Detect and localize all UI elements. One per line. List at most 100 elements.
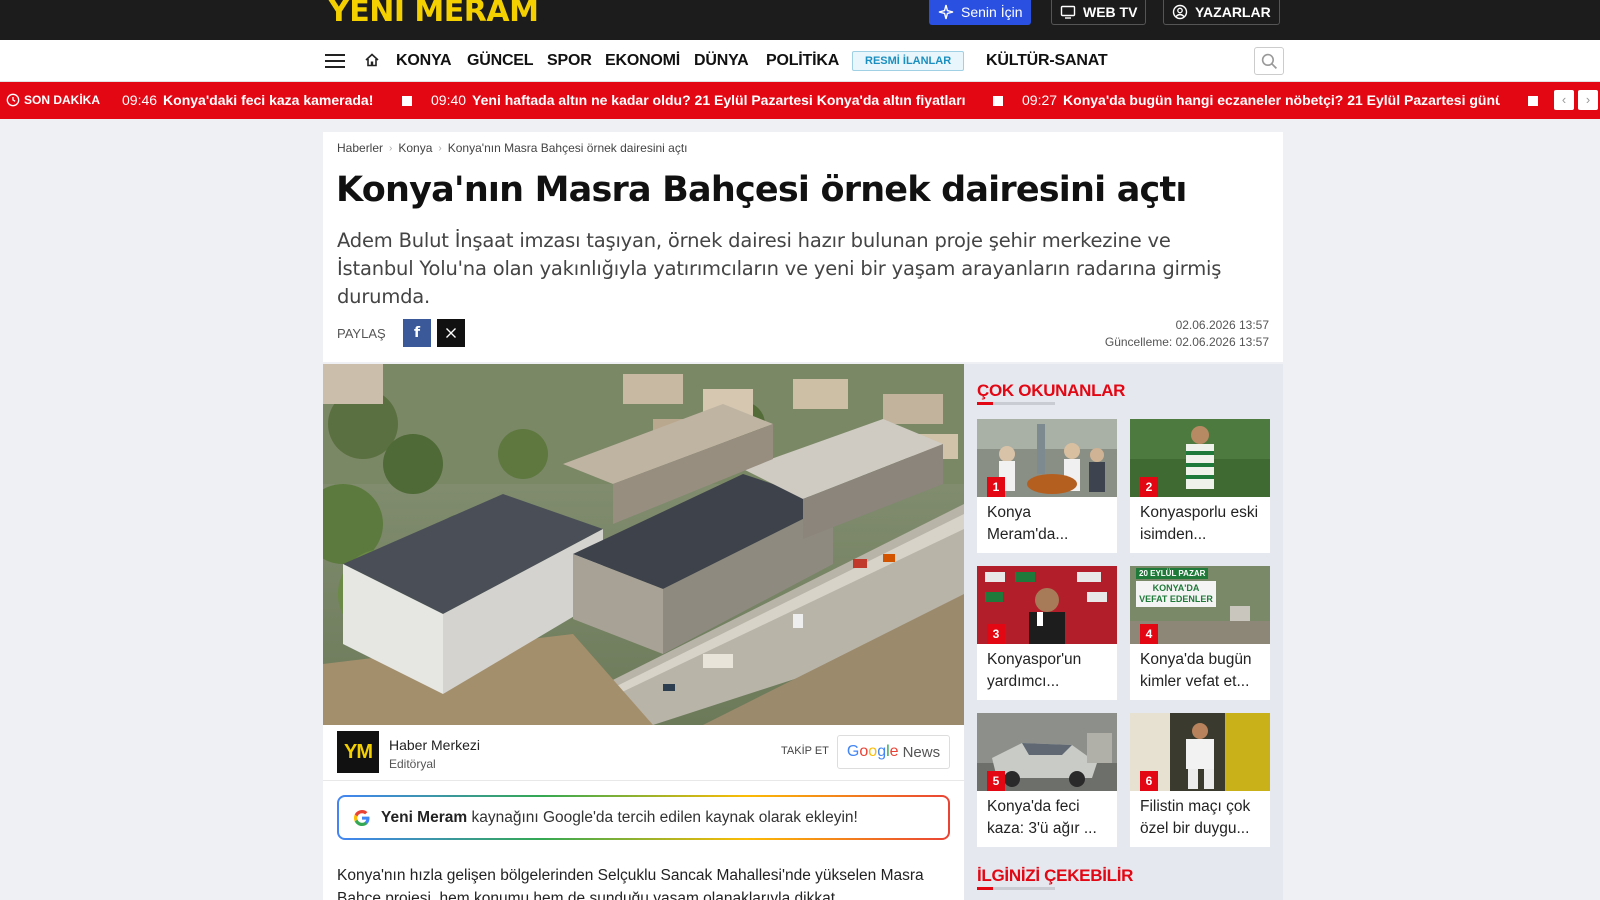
breadcrumb-separator-icon: › <box>438 142 442 154</box>
breadcrumb-item[interactable]: Haberler <box>337 141 383 155</box>
nav-item-konya[interactable]: KONYA <box>396 52 452 70</box>
most-read-item[interactable]: 6 Filistin maçı çok özel bir duygu... <box>1130 713 1270 847</box>
heading-underline <box>993 887 1055 890</box>
heading-underline <box>993 402 1055 405</box>
most-read-item[interactable]: 3 Konyaspor'un yardımcı... <box>977 566 1117 700</box>
breadcrumb-separator-icon: › <box>389 142 393 154</box>
nav-item-dunya[interactable]: DÜNYA <box>694 52 749 70</box>
ticker-separator <box>1528 96 1538 106</box>
rank-badge: 4 <box>1140 624 1158 644</box>
breadcrumb-item[interactable]: Konya'nın Masra Bahçesi örnek dairesini … <box>448 141 688 155</box>
thumb-title-label: KONYA'DA VEFAT EDENLER <box>1136 581 1216 607</box>
x-icon <box>446 328 456 338</box>
breaking-label-text: SON DAKİKA <box>24 93 101 107</box>
hamburger-menu-icon[interactable] <box>325 53 345 69</box>
published-date: 02.06.2026 13:57 <box>1175 318 1269 332</box>
tv-icon <box>1060 5 1076 19</box>
breaking-time: 09:46 <box>122 92 158 108</box>
article-hero-image[interactable] <box>323 364 964 725</box>
rank-badge: 5 <box>987 771 1005 791</box>
author-bar: YM Haber Merkezi Editöryal TAKİP ET Goog… <box>323 725 964 781</box>
breadcrumb: Haberler › Konya › Konya'nın Masra Bahçe… <box>337 141 688 155</box>
heading-accent <box>977 402 993 405</box>
top-bar: YENİ MERAM Senin İçin WEB TV YAZARLAR <box>0 0 1600 40</box>
article-body: Konya'nın hızla gelişen bölgelerinden Se… <box>323 861 964 900</box>
most-read-item[interactable]: 1 Konya Meram'da... <box>977 419 1117 553</box>
rank-badge: 1 <box>987 477 1005 497</box>
breaking-time: 09:27 <box>1022 92 1058 108</box>
ticker-separator <box>402 96 412 106</box>
share-x-button[interactable] <box>437 319 465 347</box>
heading-accent <box>977 887 993 890</box>
google-preferred-source-button[interactable]: Yeni Meram kaynağını Google'da tercih ed… <box>337 795 950 840</box>
google-pref-brand: Yeni Meram <box>381 808 468 826</box>
sparkle-icon <box>938 4 954 20</box>
nav-item-ekonomi[interactable]: EKONOMİ <box>605 52 680 70</box>
nav-item-kultur-sanat[interactable]: KÜLTÜR-SANAT <box>986 52 1108 70</box>
user-icon <box>1172 4 1188 20</box>
most-read-heading: ÇOK OKUNANLAR <box>977 381 1126 400</box>
rank-badge: 6 <box>1140 771 1158 791</box>
article-title: Konya'nın Masra Bahçesi örnek dairesini … <box>336 170 1187 210</box>
most-read-caption: Konya'da feci kaza: 3'ü ağır ... <box>987 798 1097 837</box>
rank-badge: 2 <box>1140 477 1158 497</box>
google-wordmark-icon: Google <box>846 743 899 760</box>
most-read-item[interactable]: 5 Konya'da feci kaza: 3'ü ağır ... <box>977 713 1117 847</box>
web-tv-button[interactable]: WEB TV <box>1051 0 1147 25</box>
google-news-label: News <box>902 743 941 761</box>
home-icon[interactable] <box>364 52 380 68</box>
google-g-icon <box>354 809 370 826</box>
nav-item-guncel[interactable]: GÜNCEL <box>467 52 534 70</box>
google-pref-message: kaynağını Google'da tercih edilen kaynak… <box>471 808 858 826</box>
share-facebook-button[interactable]: f <box>403 319 431 347</box>
article-dates: 02.06.2026 13:57 Güncelleme: 02.06.2026 … <box>1105 317 1269 351</box>
most-read-caption: Konyaspor'un yardımcı... <box>987 651 1082 690</box>
ticker-separator <box>993 96 1003 106</box>
breaking-item[interactable]: 09:40 Yeni haftada altın ne kadar oldu? 2… <box>431 92 966 108</box>
breaking-time: 09:40 <box>431 92 467 108</box>
most-read-caption: Konya'da bugün kimler vefat et... <box>1140 651 1252 690</box>
most-read-caption: Konya Meram'da... <box>987 504 1069 543</box>
search-icon <box>1261 53 1278 70</box>
breaking-item[interactable]: 09:27 Konya'da bugün hangi eczaneler nöbe… <box>1022 92 1504 108</box>
breadcrumb-item[interactable]: Konya <box>398 141 432 155</box>
ticker-next-button[interactable]: › <box>1578 90 1598 110</box>
breaking-text: Yeni haftada altın ne kadar oldu? 21 Eyl… <box>472 92 966 108</box>
updated-date: Güncelleme: 02.06.2026 13:57 <box>1104 335 1269 349</box>
thumb-date-label: 20 EYLÜL PAZAR <box>1136 568 1209 579</box>
ticker-prev-button[interactable]: ‹ <box>1554 90 1574 110</box>
nav-item-politika[interactable]: POLİTİKA <box>766 52 839 70</box>
most-read-item[interactable]: 20 EYLÜL PAZAR KONYA'DA VEFAT EDENLER 4 … <box>1130 566 1270 700</box>
author-name[interactable]: Haber Merkezi <box>389 737 480 753</box>
article-lead: Adem Bulut İnşaat imzası taşıyan, örnek … <box>337 229 1222 308</box>
rank-badge: 3 <box>987 624 1005 644</box>
most-read-caption: Konyasporlu eski isimden... <box>1140 504 1259 543</box>
most-read-item[interactable]: 2 Konyasporlu eski isimden... <box>1130 419 1270 553</box>
for-you-button[interactable]: Senin İçin <box>929 0 1032 25</box>
site-logo[interactable]: YENİ MERAM <box>328 0 539 30</box>
breaking-label: SON DAKİKA <box>6 93 100 107</box>
breaking-news-ticker: SON DAKİKA 09:46 Konya'daki feci kaza kam… <box>0 82 1600 119</box>
search-button[interactable] <box>1254 47 1284 75</box>
for-you-label: Senin İçin <box>961 4 1023 20</box>
nav-item-spor[interactable]: SPOR <box>547 52 592 70</box>
google-pref-text: Yeni Meram kaynağını Google'da tercih ed… <box>381 809 858 827</box>
follow-label: TAKİP ET <box>781 745 829 757</box>
share-label: PAYLAŞ <box>337 326 386 341</box>
most-read-caption: Filistin maçı çok özel bir duygu... <box>1140 798 1251 837</box>
breaking-item[interactable]: 09:46 Konya'daki feci kaza kamerada! <box>122 92 373 108</box>
breaking-text: Konya'da bugün hangi eczaneler nöbetçi? … <box>1063 92 1504 108</box>
main-nav: KONYA GÜNCEL SPOR EKONOMİ DÜNYA POLİTİKA… <box>0 40 1600 82</box>
aerial-construction-photo <box>323 364 964 725</box>
breaking-text: Konya'daki feci kaza kamerada! <box>163 92 374 108</box>
author-role: Editöryal <box>389 757 436 771</box>
clock-icon <box>6 93 20 107</box>
authors-button[interactable]: YAZARLAR <box>1163 0 1280 25</box>
authors-label: YAZARLAR <box>1195 4 1271 20</box>
nav-item-resmi-ilanlar[interactable]: RESMİ İLANLAR <box>852 51 965 71</box>
google-news-follow-button[interactable]: Google News <box>837 735 950 769</box>
author-avatar[interactable]: YM <box>337 731 379 773</box>
web-tv-label: WEB TV <box>1083 4 1138 20</box>
facebook-icon: f <box>413 325 421 341</box>
you-may-like-heading: İLGİNİZİ ÇEKEBİLİR <box>977 866 1134 885</box>
